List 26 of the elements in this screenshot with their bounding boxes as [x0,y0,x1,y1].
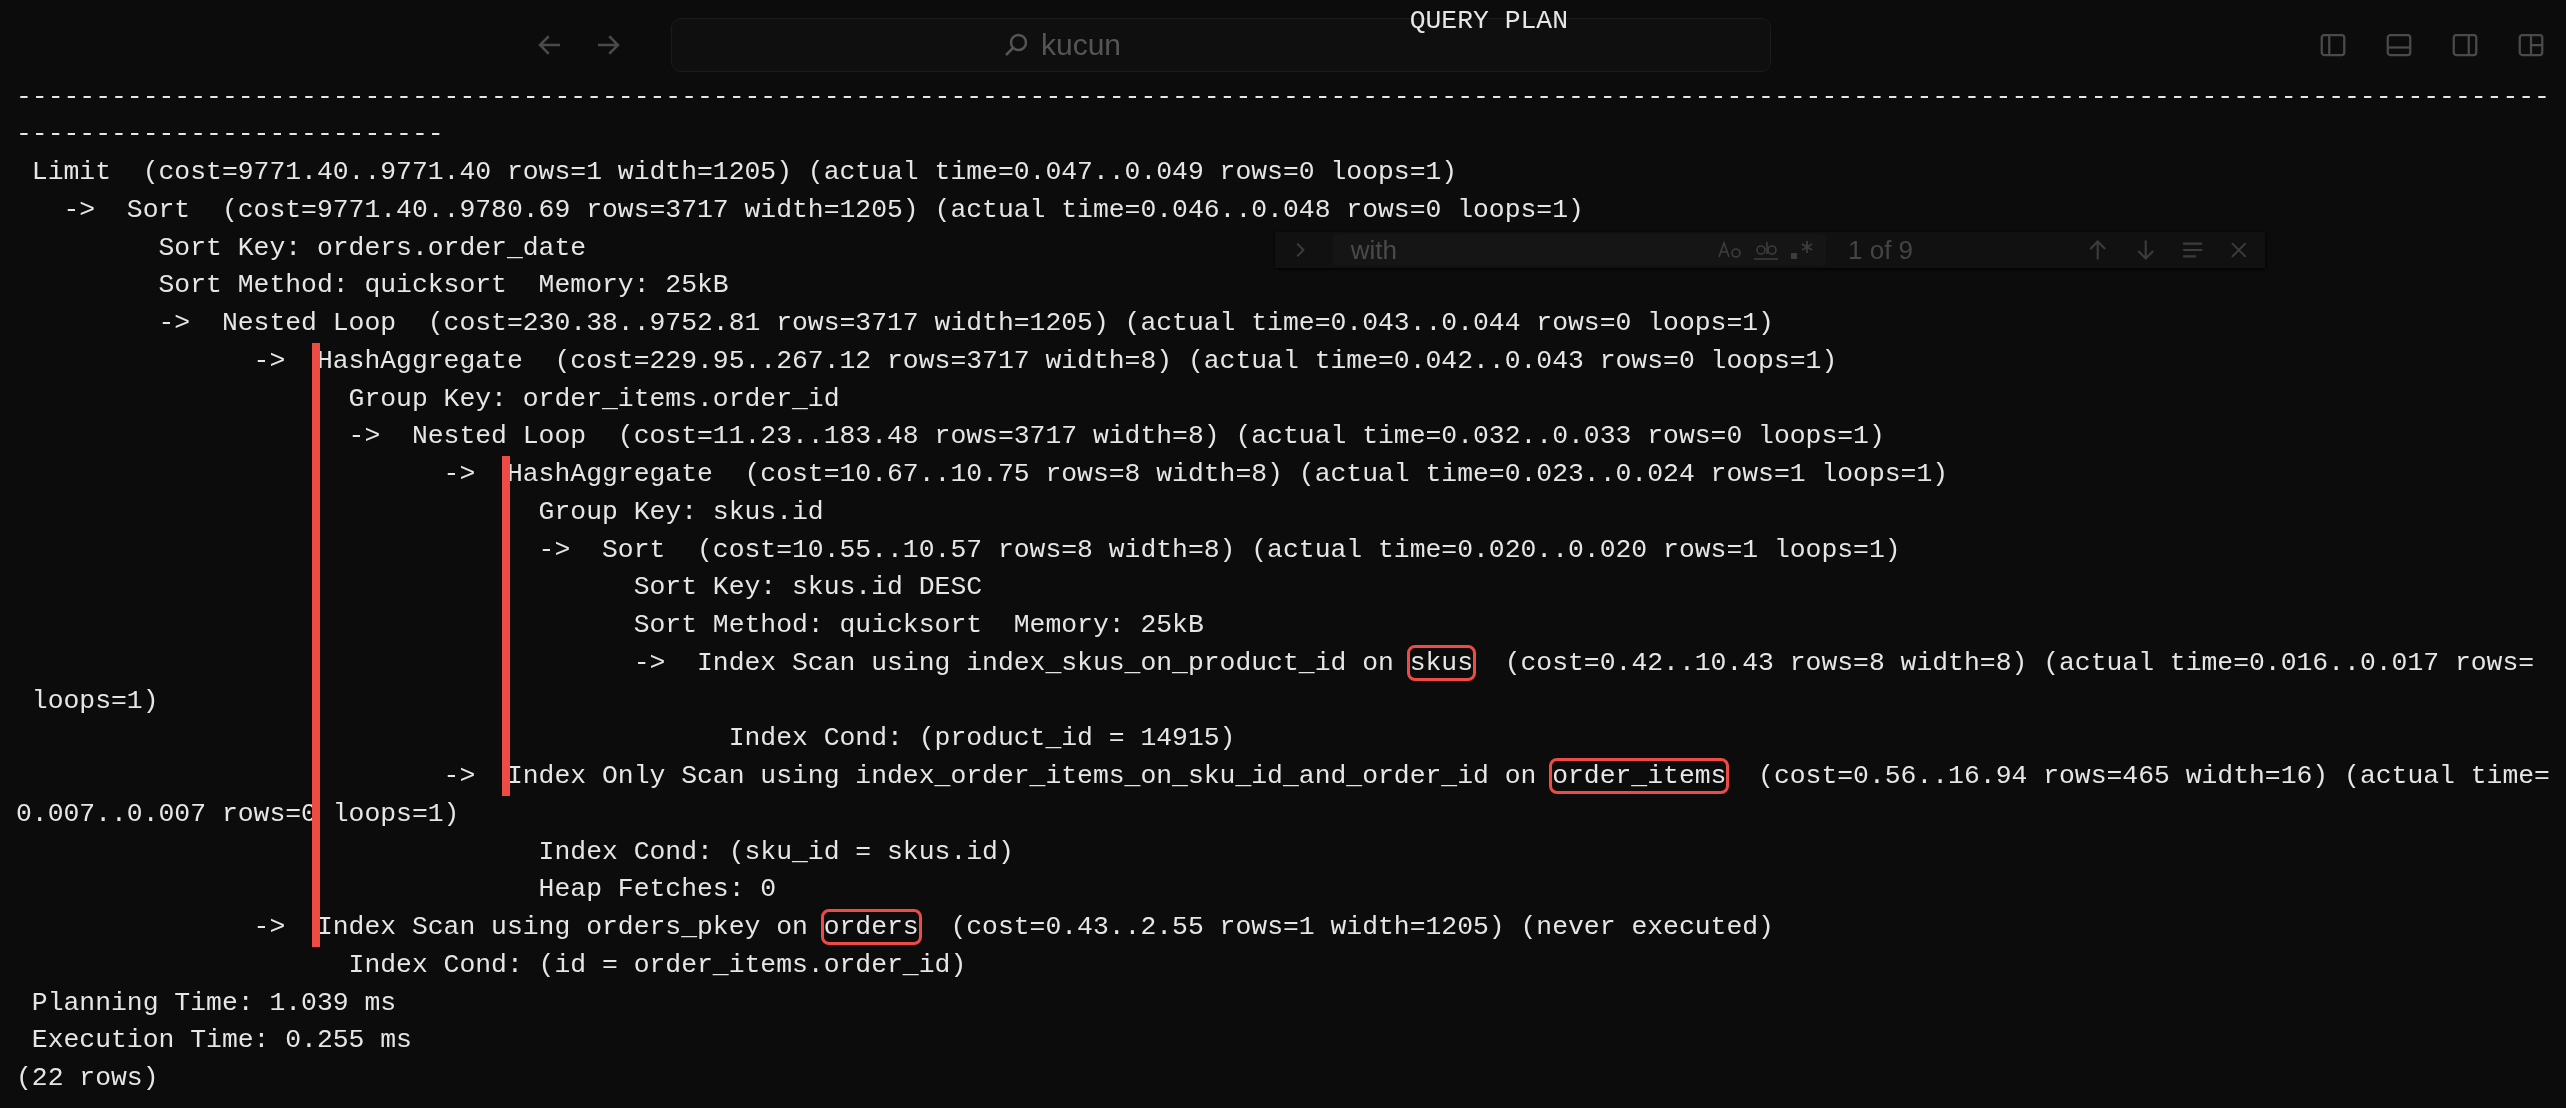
terminal-line: --------------------------- [16,118,444,152]
terminal-line: -> Nested Loop (cost=230.38..9752.81 rows=3717 width=1205) (actual time=0.043..0.044 rows=0 loops=1) [157,307,1774,340]
terminal-line: -> Index Scan using index_skus_on_product_id on skus (cost=0.42..10.43 rows=8 width=8) (actual time=0.016..0.017 rows= [16,644,2535,683]
terminal-line: -> Sort (cost=9771.40..9780.69 rows=3717 width=1205) (actual time=0.046..0.048 rows=0 loops=1) [62,193,1584,227]
terminal-line: -> Index Only Scan using index_order_items_on_sku_id_and_order_id on order_items (cost=0.56..16.94 rows=465 width=16) (actual time= [16,758,2550,796]
terminal-line: Sort Key: orders.order_date [157,231,587,265]
terminal-line: Heap Fetches: 0 [537,873,777,907]
terminal-line: (22 rows) [16,1062,159,1095]
terminal-line: Group Key: order_items.order_id [347,382,840,416]
terminal-line: -> Index Scan using orders_pkey on orders (cost=0.43..2.55 rows=1 width=1205) (never executed) [16,909,1774,947]
terminal-line: ---------------------------------------------------------------------------------------------------------------------------------------------------------------- [16,80,2550,114]
terminal-line: -> Nested Loop (cost=11.23..183.48 rows=3717 width=8) (actual time=0.032..0.033 rows=0 loops=1) [347,420,1885,454]
terminal-line: Index Cond: (sku_id = skus.id) [537,835,1014,869]
terminal-line: Sort Method: quicksort Memory: 25kB [632,609,1204,642]
terminal-line: Limit (cost=9771.40..9771.40 rows=1 width=1205) (actual time=0.047..0.049 rows=0 loops=1) [30,156,1458,189]
terminal-line: Sort Key: skus.id DESC [632,571,983,605]
terminal-line: Planning Time: 1.039 ms [30,986,397,1020]
terminal-line: Group Key: skus.id [537,495,824,529]
terminal-line: Sort Method: quicksort Memory: 25kB [157,269,729,303]
terminal-line: Index Cond: (id = order_items.order_id) [347,948,967,982]
terminal-line: -> Sort (cost=10.55..10.57 rows=8 width=8) (actual time=0.020..0.020 rows=1 loops=1) [537,533,1901,567]
terminal-line: Execution Time: 0.255 ms [30,1024,412,1058]
terminal-line: Index Cond: (product_id = 14915) [727,722,1236,756]
terminal-line: loops=1) [30,684,159,718]
terminal-line: -> HashAggregate (cost=229.95..267.12 rows=3717 width=8) (actual time=0.042..0.043 rows=0 loops=1) [252,344,1838,378]
terminal-line: -> HashAggregate (cost=10.67..10.75 rows=8 width=8) (actual time=0.023..0.024 rows=1 loops=1) [442,458,1949,491]
